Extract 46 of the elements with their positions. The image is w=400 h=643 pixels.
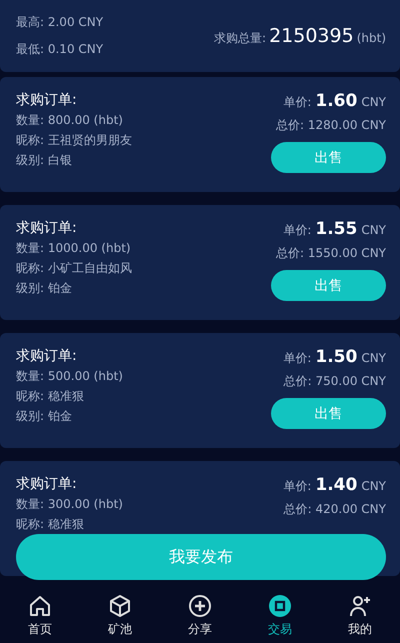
low-price: 最低: 0.10 CNY	[16, 41, 104, 58]
price-label: 单价:	[283, 478, 312, 495]
nav-tab[interactable]: 分享	[160, 594, 240, 638]
price-unit: CNY	[361, 479, 386, 493]
order-nickname: 昵称: 稳准狠	[16, 516, 85, 533]
nav-tab[interactable]: 矿池	[80, 594, 160, 638]
price-label: 单价:	[283, 350, 312, 367]
order-nickname: 昵称: 稳准狠	[16, 388, 85, 405]
total-price: 总价: 1550.00 CNY	[276, 245, 386, 262]
order-quantity: 数量: 300.00 (hbt)	[16, 496, 123, 513]
price-unit: CNY	[361, 351, 386, 365]
order-level: 级别: 铂金	[16, 280, 73, 297]
order-quantity: 数量: 500.00 (hbt)	[16, 368, 123, 385]
home-icon	[28, 594, 52, 618]
unit-price: 1.60	[315, 91, 358, 111]
order-nickname: 昵称: 小矿工自由如风	[16, 260, 132, 277]
total-price: 总价: 1280.00 CNY	[276, 117, 386, 134]
square-circle-icon	[268, 594, 292, 618]
unit-price: 1.50	[315, 347, 358, 367]
order-level: 级别: 铂金	[16, 408, 73, 425]
order-nickname: 昵称: 王祖贤的男朋友	[16, 132, 132, 149]
total-label: 求购总量:	[214, 30, 266, 47]
add-user-icon	[348, 594, 372, 618]
order-quantity: 数量: 800.00 (hbt)	[16, 112, 124, 129]
price-label: 单价:	[283, 222, 312, 239]
total-unit: (hbt)	[356, 31, 386, 45]
total-price: 总价: 420.00 CNY	[284, 501, 386, 518]
nav-tab[interactable]: 首页	[0, 594, 80, 638]
add-icon	[188, 594, 212, 618]
order-quantity: 数量: 1000.00 (hbt)	[16, 240, 132, 257]
high-price: 最高: 2.00 CNY	[16, 14, 104, 31]
price-unit: CNY	[361, 95, 386, 109]
order-title: 求购订单:	[16, 91, 78, 109]
unit-price: 1.55	[315, 219, 358, 239]
nav-tab[interactable]: 交易	[240, 594, 320, 638]
price-unit: CNY	[361, 223, 386, 237]
nav-tab[interactable]: 我的	[320, 594, 400, 638]
unit-price: 1.40	[315, 475, 358, 495]
cube-icon	[108, 594, 132, 618]
order-title: 求购订单:	[16, 347, 78, 365]
total-value: 2150395	[269, 25, 354, 47]
order-level: 级别: 白银	[16, 152, 73, 169]
total-price: 总价: 750.00 CNY	[284, 373, 386, 390]
order-title: 求购订单:	[16, 475, 78, 493]
order-title: 求购订单:	[16, 219, 78, 237]
price-label: 单价:	[283, 94, 312, 111]
